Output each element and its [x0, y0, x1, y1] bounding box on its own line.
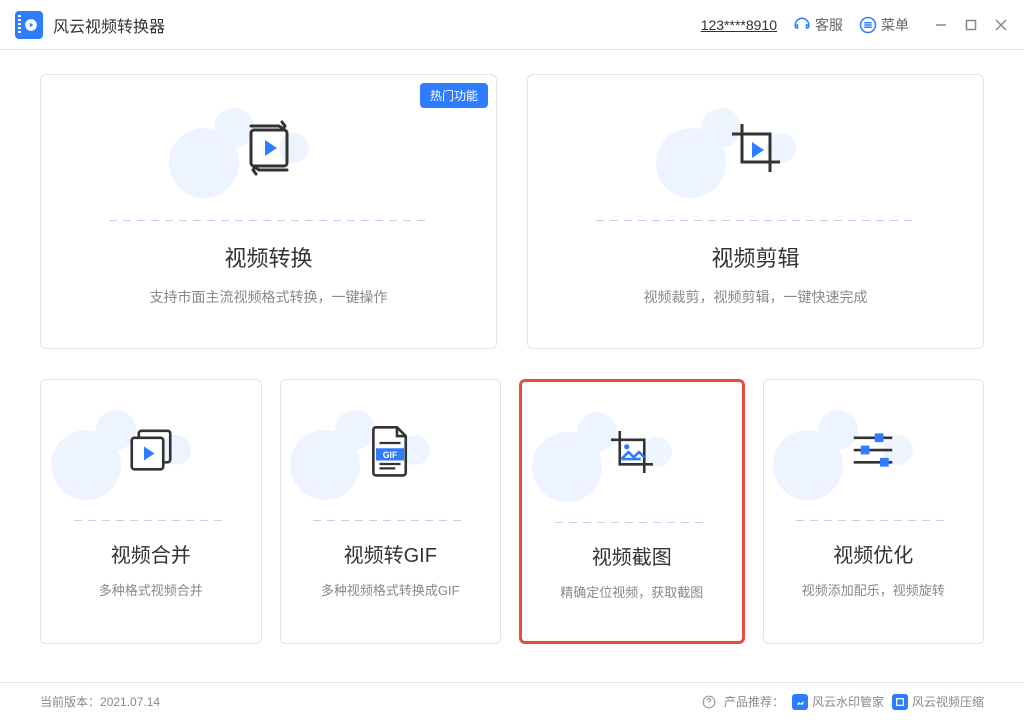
crop-icon [724, 116, 788, 180]
convert-icon [237, 116, 301, 180]
card-desc: 多种视频格式转换成GIF [321, 580, 460, 599]
help-icon[interactable] [702, 695, 716, 709]
card-video-optimize[interactable]: 视频优化 视频添加配乐，视频旋转 [763, 379, 985, 644]
card-desc: 多种格式视频合并 [99, 580, 203, 599]
card-title: 视频合并 [111, 539, 191, 568]
screenshot-icon [604, 424, 660, 480]
menu-icon [859, 16, 877, 34]
recommend-watermark[interactable]: 风云水印管家 [792, 693, 884, 710]
card-title: 视频转换 [224, 241, 312, 273]
app-logo-icon [15, 11, 43, 39]
merge-icon [123, 422, 179, 478]
close-icon [995, 19, 1007, 31]
card-desc: 视频裁剪，视频剪辑，一键快速完成 [644, 287, 868, 307]
maximize-button[interactable] [963, 17, 979, 33]
card-video-screenshot[interactable]: 视频截图 精确定位视频，获取截图 [519, 379, 745, 644]
divider [796, 520, 950, 521]
maximize-icon [965, 19, 977, 31]
version-value: 2021.07.14 [100, 695, 160, 709]
app-title: 风云视频转换器 [53, 13, 165, 37]
card-video-convert[interactable]: 热门功能 视频转换 支持市面主流视频格式转换，一键操作 [40, 74, 497, 349]
titlebar: 风云视频转换器 123****8910 客服 菜单 [0, 0, 1024, 50]
divider [596, 220, 915, 221]
footer: 当前版本： 2021.07.14 产品推荐： 风云水印管家 风云视频压缩 [0, 682, 1024, 720]
card-title: 视频转GIF [344, 539, 437, 568]
minimize-icon [935, 19, 947, 31]
menu-button[interactable]: 菜单 [859, 15, 909, 35]
close-button[interactable] [993, 17, 1009, 33]
gif-file-icon: GIF [362, 422, 418, 478]
svg-text:GIF: GIF [383, 450, 398, 460]
card-video-gif[interactable]: GIF 视频转GIF 多种视频格式转换成GIF [280, 379, 502, 644]
main-content: 热门功能 视频转换 支持市面主流视频格式转换，一键操作 [0, 50, 1024, 668]
sliders-icon [845, 422, 901, 478]
card-title: 视频截图 [592, 541, 672, 570]
watermark-app-icon [792, 694, 808, 710]
menu-label: 菜单 [881, 15, 909, 35]
card-video-edit[interactable]: 视频剪辑 视频裁剪，视频剪辑，一键快速完成 [527, 74, 984, 349]
card-video-merge[interactable]: 视频合并 多种格式视频合并 [40, 379, 262, 644]
divider [313, 520, 467, 521]
user-id[interactable]: 123****8910 [701, 17, 777, 33]
card-desc: 支持市面主流视频格式转换，一键操作 [150, 287, 388, 307]
divider [555, 522, 709, 523]
support-label: 客服 [815, 15, 843, 35]
recommend-label: 产品推荐： [724, 693, 784, 710]
divider [74, 520, 228, 521]
support-button[interactable]: 客服 [793, 15, 843, 35]
card-desc: 视频添加配乐，视频旋转 [802, 580, 945, 599]
card-title: 视频优化 [833, 539, 913, 568]
minimize-button[interactable] [933, 17, 949, 33]
headset-icon [793, 16, 811, 34]
divider [109, 220, 428, 221]
card-title: 视频剪辑 [711, 241, 799, 273]
version-label: 当前版本： [40, 693, 100, 710]
card-desc: 精确定位视频，获取截图 [560, 582, 703, 601]
compress-app-icon [892, 694, 908, 710]
recommend-compress[interactable]: 风云视频压缩 [892, 693, 984, 710]
